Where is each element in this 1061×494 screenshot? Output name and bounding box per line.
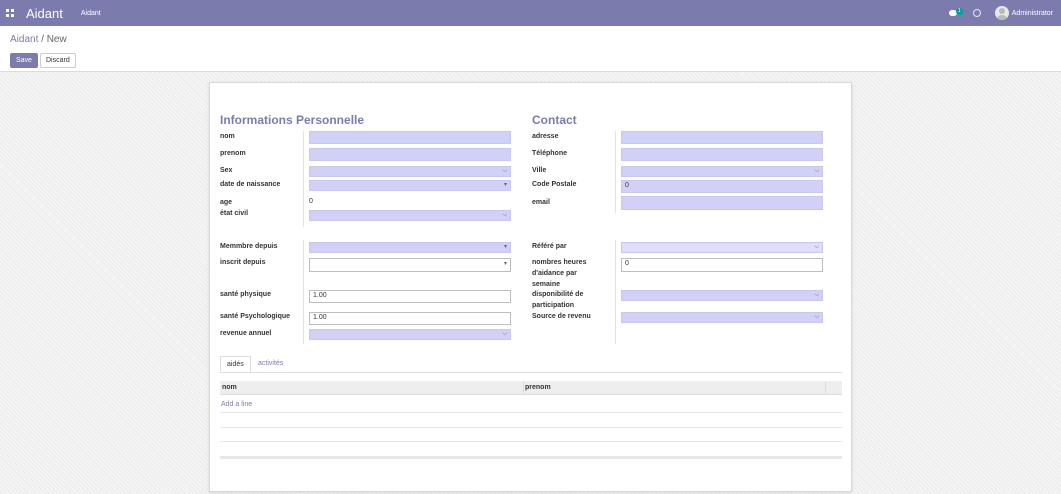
disponibilite-select[interactable]: ⌵ <box>621 290 823 301</box>
label-membre-depuis: Memmbre depuis <box>220 243 278 250</box>
age-value: 0 <box>309 198 313 205</box>
user-menu[interactable]: Administrator <box>1012 10 1053 17</box>
chat-icon[interactable]: 1 <box>948 8 963 18</box>
navbar-systray: 1 Administrator <box>948 6 1053 20</box>
breadcrumb: Aidant / New <box>10 34 67 45</box>
menu-item-aidant[interactable]: Aidant <box>81 10 101 17</box>
label-nom: nom <box>220 133 235 140</box>
tab-aides[interactable]: aidés <box>220 356 251 372</box>
chevron-down-icon: ⌵ <box>814 314 819 320</box>
label-sante-physique: santé physique <box>220 291 271 298</box>
breadcrumb-parent[interactable]: Aidant <box>10 34 38 45</box>
label-dispo-line-2: participation <box>532 302 575 309</box>
label-heures-line-3: semaine <box>532 281 561 288</box>
label-code-postale: Code Postale <box>532 181 577 188</box>
date-naissance-input[interactable]: ▾ <box>309 180 511 191</box>
divider <box>303 131 304 227</box>
app-brand[interactable]: Aidant <box>26 6 63 21</box>
chevron-down-icon: ⌵ <box>814 292 819 298</box>
label-date-naissance: date de naissance <box>220 181 281 188</box>
label-etat-civil: état civil <box>220 210 249 217</box>
label-sex: Sex <box>220 167 233 174</box>
label-refere-par: Référé par <box>532 243 567 250</box>
label-heures-line-2: d'aidance par <box>532 270 577 277</box>
group-title-personal: Informations Personnelle <box>220 113 365 127</box>
caret-down-icon: ▾ <box>503 261 507 267</box>
label-age: age <box>220 199 233 206</box>
sex-select[interactable]: ⌵ <box>309 166 511 177</box>
avatar[interactable] <box>994 6 1009 20</box>
tab-activites[interactable]: activités <box>252 356 289 372</box>
label-source-revenu: Source de revenu <box>532 313 591 320</box>
label-telephone: Téléphone <box>532 150 568 157</box>
adresse-input[interactable] <box>621 131 823 144</box>
chevron-down-icon: ⌵ <box>502 331 507 337</box>
table-row <box>220 427 842 428</box>
group-title-contact: Contact <box>532 113 577 127</box>
chevron-down-icon: ⌵ <box>502 212 507 218</box>
revenue-annuel-select[interactable]: ⌵ <box>309 329 511 340</box>
table-row <box>220 412 842 413</box>
column-nom[interactable]: nom <box>222 384 237 391</box>
top-navbar: Aidant Aidant 1 Administrator <box>0 0 1061 26</box>
ville-select[interactable]: ⌵ <box>621 166 823 177</box>
source-revenu-select[interactable]: ⌵ <box>621 312 823 323</box>
refere-par-select[interactable]: ⌵ <box>621 242 823 253</box>
membre-depuis-input[interactable]: ▾ <box>309 242 511 253</box>
breadcrumb-current: New <box>46 34 67 45</box>
form-sheet: Informations Personnelle nom prenom Sex … <box>209 82 852 492</box>
table-header: nom prenom <box>220 381 842 395</box>
label-heures-line-1: nombres heures <box>532 259 587 266</box>
label-revenue-annuel: revenue annuel <box>220 330 272 337</box>
sante-psychologique-input[interactable]: 1.00 <box>309 312 511 325</box>
label-email: email <box>532 199 550 206</box>
tab-underline <box>220 372 842 373</box>
breadcrumb-separator: / <box>41 34 44 45</box>
heures-aidance-input[interactable]: 0 <box>621 258 823 272</box>
chevron-down-icon: ⌵ <box>814 168 819 174</box>
caret-down-icon: ▾ <box>503 244 507 250</box>
add-line-link[interactable]: Add a line <box>221 401 252 408</box>
label-ville: Ville <box>532 167 547 174</box>
label-dispo-line-1: disponibilité de <box>532 291 584 298</box>
label-prenom: prenom <box>220 150 246 157</box>
caret-down-icon: ▾ <box>503 182 507 188</box>
code-postale-input[interactable]: 0 <box>621 180 823 193</box>
column-prenom[interactable]: prenom <box>525 384 551 391</box>
divider <box>615 240 616 344</box>
inscrit-depuis-input[interactable]: ▾ <box>309 258 511 272</box>
discard-button[interactable]: Discard <box>40 53 76 68</box>
table-row <box>220 441 842 442</box>
control-panel: Aidant / New Save Discard <box>0 26 1061 72</box>
chat-badge: 1 <box>955 8 963 15</box>
email-input[interactable] <box>621 196 823 210</box>
label-sante-psychologique: santé Psychologique <box>220 313 291 320</box>
divider <box>303 240 304 344</box>
nom-input[interactable] <box>309 131 511 144</box>
telephone-input[interactable] <box>621 148 823 161</box>
prenom-input[interactable] <box>309 148 511 161</box>
etat-civil-select[interactable]: ⌵ <box>309 210 511 221</box>
chevron-down-icon: ⌵ <box>502 168 507 174</box>
label-adresse: adresse <box>532 133 559 140</box>
column-separator <box>523 381 524 395</box>
table-footer <box>220 456 842 459</box>
clock-icon[interactable] <box>972 9 981 17</box>
sante-physique-input[interactable]: 1.00 <box>309 290 511 303</box>
divider <box>615 131 616 213</box>
chevron-down-icon: ⌵ <box>814 244 819 250</box>
label-inscrit-depuis: inscrit depuis <box>220 259 266 266</box>
column-separator <box>825 381 826 395</box>
apps-grid-icon[interactable] <box>6 9 14 17</box>
save-button[interactable]: Save <box>10 53 38 68</box>
